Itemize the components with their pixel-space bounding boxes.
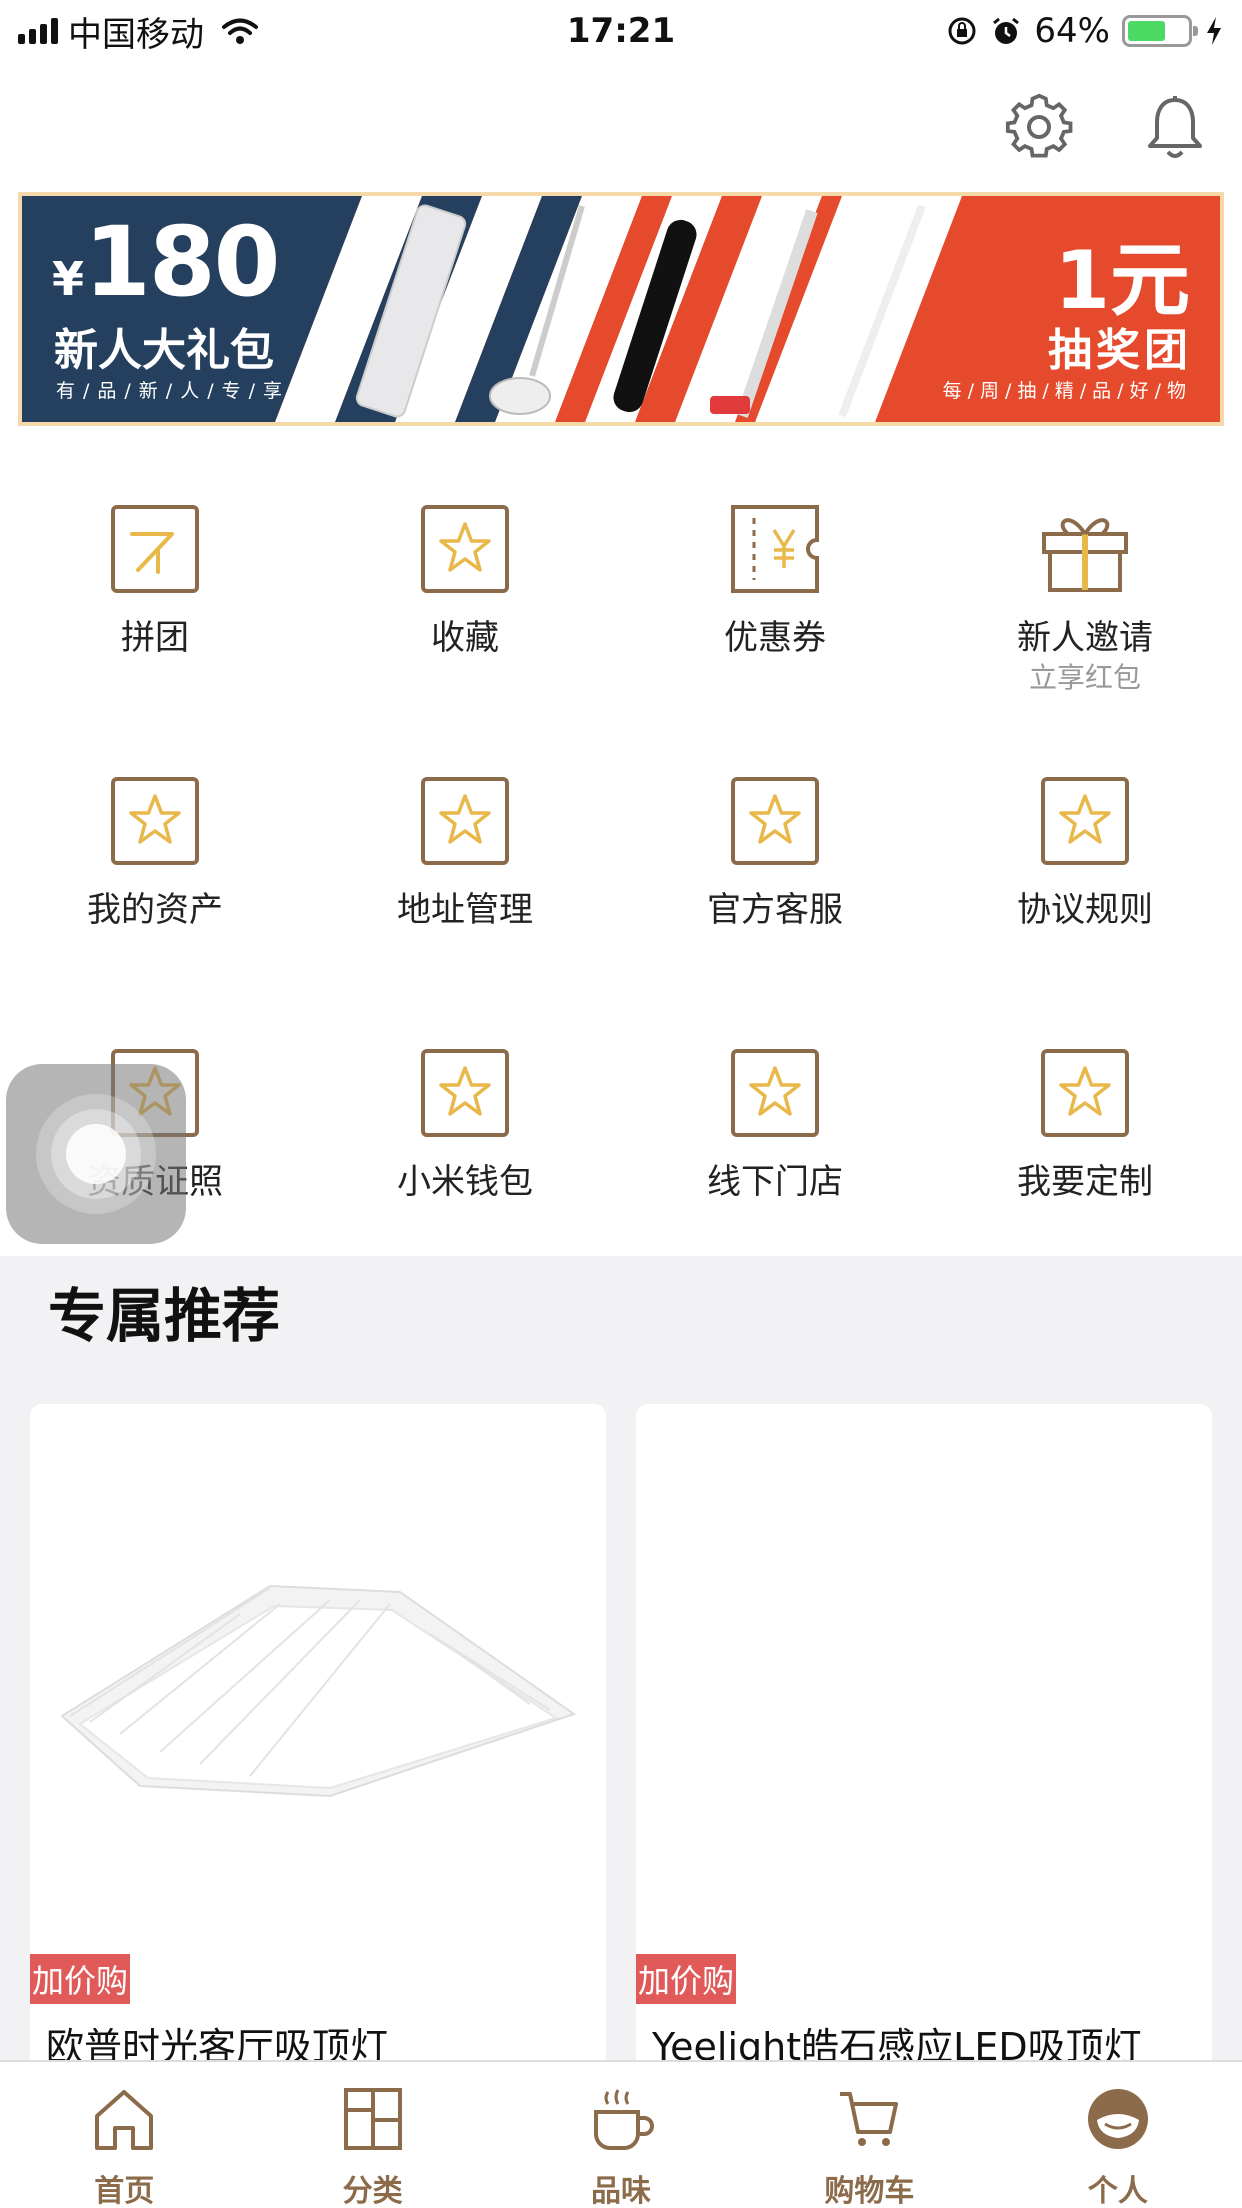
- star-icon: [421, 1049, 509, 1137]
- wifi-icon: [222, 18, 258, 44]
- banner-left-subtitle: 有/品/新/人/专/享: [56, 380, 291, 402]
- gear-icon[interactable]: [1004, 92, 1074, 162]
- top-bar: [0, 62, 1242, 192]
- promo-banner[interactable]: ¥180 新人大礼包 有/品/新/人/专/享 1元 抽奖团 每/周/抽/精/品/…: [18, 192, 1224, 426]
- cup-icon: [594, 2089, 654, 2150]
- menu-item-invite[interactable]: 新人邀请 立享红包: [930, 444, 1240, 694]
- product-card[interactable]: 加价购 Yeelight皓石感应LED吸顶灯: [636, 1404, 1212, 2124]
- home-icon: [95, 2090, 154, 2150]
- carrier-label: 中国移动: [68, 14, 204, 55]
- battery-icon: [1122, 15, 1198, 47]
- menu-item-group-buy[interactable]: 拼团: [0, 444, 310, 684]
- product-image: [636, 1404, 1212, 1944]
- bell-icon[interactable]: [1140, 92, 1210, 162]
- star-icon: [421, 505, 509, 593]
- banner-right-subtitle: 每/周/抽/精/品/好/物: [942, 380, 1192, 402]
- promo-tag: 加价购: [30, 1954, 131, 2004]
- bottom-tab-bar: 首页 分类 品味 购物车 个人: [0, 2060, 1242, 2208]
- star-icon: [731, 777, 819, 865]
- menu-item-favorites[interactable]: 收藏: [310, 444, 620, 684]
- promo-tag: 加价购: [636, 1954, 737, 2004]
- star-icon: [1041, 777, 1129, 865]
- menu-item-stores[interactable]: 线下门店: [620, 988, 930, 1228]
- charging-icon: [1207, 17, 1221, 45]
- group-buy-icon: [111, 505, 199, 593]
- star-icon: [111, 777, 199, 865]
- status-bar: 中国移动 17:21 64%: [0, 0, 1242, 62]
- banner-left-amount: ¥180: [52, 206, 280, 318]
- cart-icon: [840, 2092, 899, 2146]
- menu-item-wallet[interactable]: 小米钱包: [310, 988, 620, 1228]
- star-icon: [1041, 1049, 1129, 1137]
- menu-item-customer-service[interactable]: 官方客服: [620, 716, 930, 956]
- battery-percent: 64%: [1034, 11, 1110, 51]
- tab-category[interactable]: 分类: [248, 2062, 496, 2208]
- tab-profile[interactable]: 个人: [994, 2062, 1242, 2208]
- banner-left-title: 新人大礼包: [54, 325, 274, 376]
- product-image: [60, 1584, 577, 1798]
- menu-item-agreements[interactable]: 协议规则: [930, 716, 1240, 956]
- signal-icon: [18, 18, 58, 44]
- profile-icon: [1087, 2089, 1148, 2149]
- banner-section: ¥180 新人大礼包 有/品/新/人/专/享 1元 抽奖团 每/周/抽/精/品/…: [0, 192, 1242, 444]
- gift-icon: [1042, 518, 1128, 592]
- star-icon: [421, 777, 509, 865]
- menu-item-coupons[interactable]: 优惠券: [620, 444, 930, 684]
- star-icon: [731, 1049, 819, 1137]
- tab-cart[interactable]: 购物车: [745, 2062, 993, 2208]
- function-grid: 拼团 收藏 优惠券 新人邀请 立享红包 我的资产 地址管理 官方客服 协议规则 …: [0, 444, 1242, 1256]
- tab-home[interactable]: 首页: [0, 2062, 248, 2208]
- tab-taste[interactable]: 品味: [497, 2062, 745, 2208]
- menu-item-customize[interactable]: 我要定制: [930, 988, 1240, 1228]
- menu-item-address[interactable]: 地址管理: [310, 716, 620, 956]
- section-title: 专属推荐: [0, 1256, 1242, 1376]
- product-card[interactable]: 加价购 欧普时光客厅吸顶灯: [30, 1404, 606, 2124]
- category-icon: [343, 2088, 402, 2150]
- orientation-lock-icon: [948, 17, 976, 45]
- coupon-icon: [731, 505, 819, 593]
- alarm-icon: [993, 17, 1020, 44]
- banner-right-title: 抽奖团: [1048, 325, 1192, 376]
- assistive-touch-button[interactable]: [6, 1064, 186, 1244]
- menu-item-assets[interactable]: 我的资产: [0, 716, 310, 956]
